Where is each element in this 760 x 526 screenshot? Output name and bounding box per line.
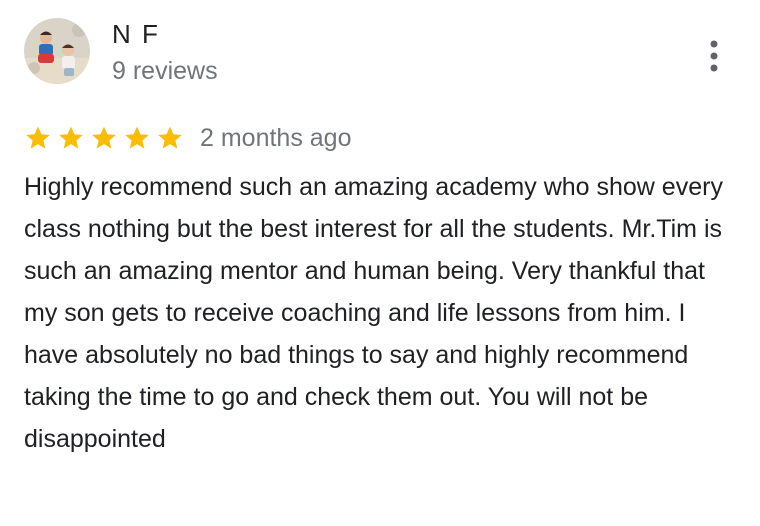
reviewer-review-count[interactable]: 9 reviews bbox=[112, 56, 218, 86]
profile-photo-icon bbox=[24, 18, 90, 84]
review-date: 2 months ago bbox=[200, 124, 352, 152]
star-icon bbox=[57, 124, 85, 152]
rating-row: 2 months ago bbox=[24, 120, 352, 156]
reviewer-name[interactable]: N F bbox=[112, 18, 160, 50]
reviewer-avatar[interactable] bbox=[24, 18, 90, 84]
star-icon bbox=[90, 124, 118, 152]
more-options-button[interactable] bbox=[698, 36, 730, 76]
review-card: N F 9 reviews 2 months ago Highly recomm… bbox=[0, 0, 760, 526]
review-text: Highly recommend such an amazing academy… bbox=[24, 173, 723, 453]
star-rating bbox=[24, 124, 184, 152]
star-icon bbox=[156, 124, 184, 152]
more-vertical-icon bbox=[710, 40, 718, 72]
star-icon bbox=[24, 124, 52, 152]
star-icon bbox=[123, 124, 151, 152]
